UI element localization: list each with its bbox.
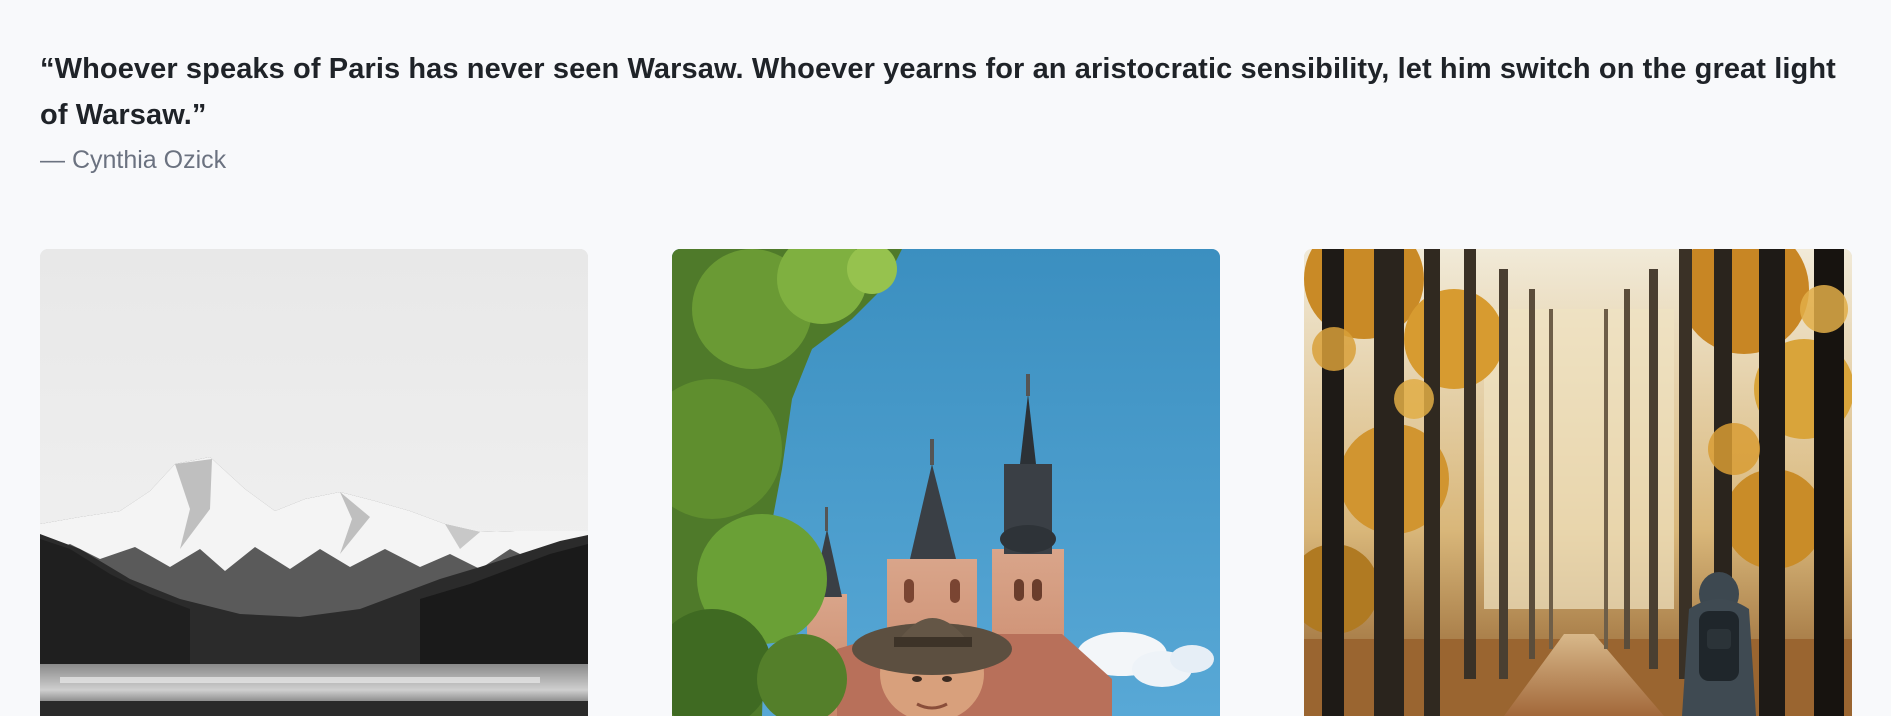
image-gallery: [40, 249, 1852, 716]
gallery-image-forest[interactable]: [1304, 249, 1852, 716]
quote-block: “Whoever speaks of Paris has never seen …: [40, 46, 1852, 176]
page: “Whoever speaks of Paris has never seen …: [0, 0, 1891, 716]
quote-author: — Cynthia Ozick: [40, 146, 227, 174]
quote-text: “Whoever speaks of Paris has never seen …: [40, 53, 1836, 131]
gallery-image-church[interactable]: [672, 249, 1220, 716]
gallery-image-mountains[interactable]: [40, 249, 588, 716]
church-image: [672, 249, 1220, 716]
mountains-image: [40, 249, 588, 716]
forest-image: [1304, 249, 1852, 716]
